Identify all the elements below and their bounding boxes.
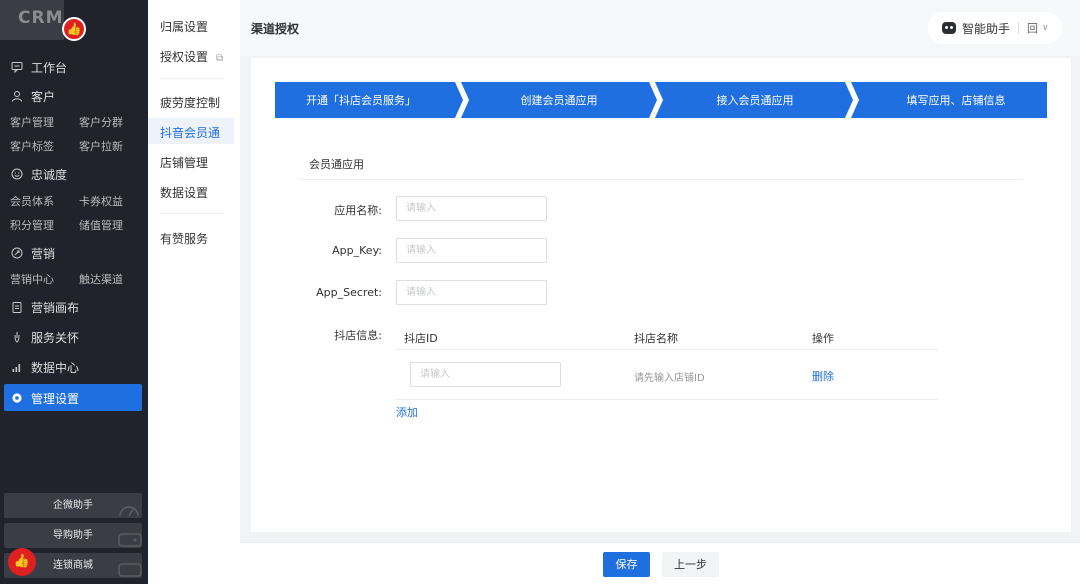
submenu-divider <box>160 213 224 214</box>
shop-id-input[interactable]: 请输入 <box>410 362 561 387</box>
assistant-label: 智能助手 <box>962 21 1011 36</box>
main-card: 开通「抖店会员服务」 创建会员通应用 接入会员通应用 填写应用、店铺信息 会员通… <box>251 58 1071 532</box>
submenu-item-data-settings[interactable]: 数据设置 <box>160 184 208 201</box>
submenu-label: 授权设置 <box>160 50 209 64</box>
nav-item-admin-settings[interactable]: 管理设置 <box>10 388 79 408</box>
smile-icon <box>10 167 24 181</box>
nav-label: 营销画布 <box>31 300 80 315</box>
table-header-shop-id: 抖店ID <box>404 332 438 345</box>
dashboard-icon <box>118 500 140 522</box>
submenu-item-youzan-service[interactable]: 有赞服务 <box>160 230 208 247</box>
divider <box>1018 22 1020 34</box>
gear-icon <box>10 391 24 405</box>
page-title: 渠道授权 <box>251 22 300 36</box>
target-icon <box>10 246 24 260</box>
step-4: 填写应用、店铺信息 <box>906 94 1006 107</box>
submenu-item-authorization[interactable]: 授权设置 ⧉ <box>160 48 223 65</box>
section-title: 会员通应用 <box>309 158 364 171</box>
app-secret-input[interactable]: 请输入 <box>396 280 547 305</box>
thumbs-up-icon[interactable]: 👍 <box>62 17 86 41</box>
secondary-menu: 归属设置 授权设置 ⧉ 疲劳度控制 抖音会员通 店铺管理 数据设置 有赞服务 <box>148 0 240 584</box>
main-nav: CRM 👍 工作台 客户 客户管理 客户分群 客户标签 客户拉新 忠诚度 会员体… <box>0 0 148 584</box>
nav-sub-customer-segment[interactable]: 客户分群 <box>79 114 123 130</box>
step-1: 开通「抖店会员服务」 <box>306 94 416 107</box>
submenu-item-douyin-member[interactable]: 抖音会员通 <box>160 124 220 141</box>
nav-item-marketing[interactable]: 营销 <box>10 243 55 263</box>
nav-label: 客户 <box>31 89 56 104</box>
app-name-label: 应用名称: <box>334 204 382 217</box>
bulb-icon <box>10 330 24 344</box>
add-shop-link[interactable]: 添加 <box>396 404 418 420</box>
smart-assistant-button[interactable]: 智能助手 回 ∨ <box>928 12 1062 44</box>
nav-label: 忠诚度 <box>31 167 68 182</box>
nav-label: 管理设置 <box>31 391 80 406</box>
nav-item-service-care[interactable]: 服务关怀 <box>10 327 79 347</box>
bar-chart-icon <box>10 360 24 374</box>
shop-info-label: 抖店信息: <box>334 329 382 342</box>
nav-sub-reach-channel[interactable]: 触达渠道 <box>79 271 123 287</box>
app-key-input[interactable]: 请输入 <box>396 238 547 263</box>
robot-icon <box>942 22 956 34</box>
submenu-item-attribution[interactable]: 归属设置 <box>160 18 208 35</box>
shop-name-hint: 请先输入店铺ID <box>634 373 705 384</box>
nav-label: 工作台 <box>31 60 68 75</box>
nav-item-loyalty[interactable]: 忠诚度 <box>10 164 67 184</box>
nav-sub-customer-tag[interactable]: 客户标签 <box>10 138 54 154</box>
thumbs-up-icon[interactable]: 👍 <box>8 548 36 576</box>
shop-switcher-label[interactable]: 回 <box>1027 20 1038 36</box>
external-link-icon: ⧉ <box>216 53 224 64</box>
nav-sub-customer-acquire[interactable]: 客户拉新 <box>79 138 123 154</box>
submenu-divider <box>160 78 224 79</box>
nav-label: 服务关怀 <box>31 330 80 345</box>
previous-step-button[interactable]: 上一步 <box>662 552 719 577</box>
nav-item-marketing-canvas[interactable]: 营销画布 <box>10 297 79 317</box>
table-row-divider <box>395 399 938 400</box>
nav-sub-customer-manage[interactable]: 客户管理 <box>10 114 54 130</box>
step-2: 创建会员通应用 <box>520 94 598 107</box>
table-header-divider <box>395 349 938 350</box>
nav-label: 营销 <box>31 246 56 261</box>
submenu-item-fatigue-control[interactable]: 疲劳度控制 <box>160 94 220 111</box>
gamepad-icon <box>118 530 142 552</box>
nav-item-customer[interactable]: 客户 <box>10 86 55 106</box>
delete-row-link[interactable]: 删除 <box>812 368 834 384</box>
nav-label: 数据中心 <box>31 360 80 375</box>
user-icon <box>10 89 24 103</box>
logo-area: CRM 👍 <box>0 0 148 44</box>
section-divider <box>299 179 1023 180</box>
crm-logo: CRM <box>0 0 64 40</box>
nav-sub-points[interactable]: 积分管理 <box>10 217 54 233</box>
save-button[interactable]: 保存 <box>603 552 650 577</box>
nav-item-workbench[interactable]: 工作台 <box>10 57 67 77</box>
step-3: 接入会员通应用 <box>716 94 794 107</box>
nav-sub-member-system[interactable]: 会员体系 <box>10 193 54 209</box>
footer-actions: 保存 上一步 <box>240 542 1080 584</box>
submenu-item-shop-manage[interactable]: 店铺管理 <box>160 154 208 171</box>
table-header-action: 操作 <box>812 332 834 345</box>
cart-icon <box>118 560 142 582</box>
app-key-label: App_Key: <box>332 244 382 257</box>
nav-item-data-center[interactable]: 数据中心 <box>10 357 79 377</box>
nav-sub-marketing-center[interactable]: 营销中心 <box>10 271 54 287</box>
chat-icon <box>10 60 24 74</box>
page-header: 渠道授权 智能助手 回 ∨ <box>240 0 1080 56</box>
app-name-input[interactable]: 请输入 <box>396 196 547 221</box>
clipboard-icon <box>10 300 24 314</box>
chevron-down-icon[interactable]: ∨ <box>1042 23 1049 33</box>
table-header-shop-name: 抖店名称 <box>634 332 678 345</box>
app-secret-label: App_Secret: <box>316 286 382 299</box>
nav-sub-stored-value[interactable]: 储值管理 <box>79 217 123 233</box>
step-bar: 开通「抖店会员服务」 创建会员通应用 接入会员通应用 填写应用、店铺信息 <box>275 82 1047 118</box>
nav-sub-coupon[interactable]: 卡券权益 <box>79 193 123 209</box>
